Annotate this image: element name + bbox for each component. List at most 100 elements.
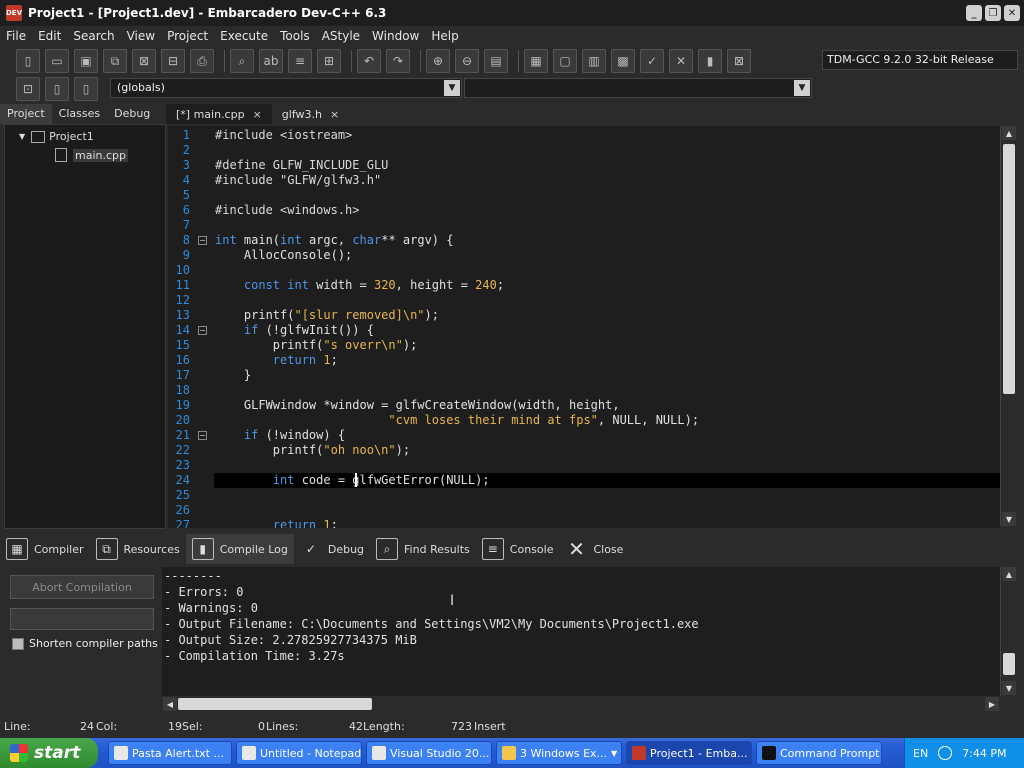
close-all-icon[interactable]: ⊟: [161, 49, 185, 73]
run-icon[interactable]: ▢: [553, 49, 577, 73]
code-line[interactable]: "cvm loses their mind at fps", NULL, NUL…: [215, 413, 699, 427]
tab-debug[interactable]: Debug: [107, 104, 157, 124]
delete-profile-icon[interactable]: ⊠: [727, 49, 751, 73]
tab-classes[interactable]: Classes: [52, 104, 107, 124]
replace-icon[interactable]: ab: [259, 49, 283, 73]
menu-help[interactable]: Help: [425, 29, 464, 43]
close-window-button[interactable]: ✕: [1004, 5, 1020, 21]
scroll-up-icon[interactable]: ▲: [1002, 567, 1016, 581]
abort-compilation-button[interactable]: Abort Compilation: [10, 575, 154, 599]
menu-view[interactable]: View: [121, 29, 161, 43]
chevron-down-icon[interactable]: ▼: [794, 80, 810, 96]
toggle-comment-icon[interactable]: ⊞: [317, 49, 341, 73]
stop-execution-icon[interactable]: ✕: [669, 49, 693, 73]
taskbar-item-notepad[interactable]: Untitled - Notepad: [236, 741, 362, 765]
scroll-down-icon[interactable]: ▼: [1002, 512, 1016, 526]
tab-main-cpp[interactable]: [*] main.cpp ×: [166, 104, 272, 124]
save-icon[interactable]: ▣: [74, 49, 98, 73]
code-line[interactable]: int main(int argc, char** argv) {: [215, 233, 453, 247]
insert-icon[interactable]: ⊡: [16, 77, 40, 101]
tab-glfw3-h[interactable]: glfw3.h ×: [272, 104, 349, 124]
indent-icon[interactable]: ≡: [288, 49, 312, 73]
new-file-icon[interactable]: ▯: [16, 49, 40, 73]
code-line[interactable]: GLFWwindow *window = glfwCreateWindow(wi…: [215, 398, 620, 412]
profile-icon[interactable]: ▮: [698, 49, 722, 73]
menu-execute[interactable]: Execute: [214, 29, 274, 43]
scroll-left-icon[interactable]: ◀: [163, 697, 177, 711]
close-tab-icon[interactable]: ×: [253, 108, 262, 121]
code-line[interactable]: const int width = 320, height = 240;: [215, 278, 504, 292]
code-line[interactable]: }: [215, 368, 251, 382]
log-horizontal-scrollbar[interactable]: ◀ ▶: [162, 696, 1000, 712]
project-options-icon[interactable]: ▤: [484, 49, 508, 73]
code-line[interactable]: int code = glfwGetError(NULL);: [215, 473, 490, 487]
code-line[interactable]: printf("oh noo\n");: [215, 443, 410, 457]
redo-icon[interactable]: ↷: [386, 49, 410, 73]
scope-select[interactable]: (globals) ▼: [110, 78, 462, 98]
find-icon[interactable]: ⌕: [230, 49, 254, 73]
log-vertical-scrollbar[interactable]: ▲ ▼: [1000, 567, 1016, 696]
code-line[interactable]: return 1;: [215, 518, 338, 528]
compile-log-output[interactable]: -------- - Errors: 0 - Warnings: 0 - Out…: [162, 567, 1000, 696]
language-indicator[interactable]: EN: [913, 747, 928, 760]
menu-edit[interactable]: Edit: [32, 29, 67, 43]
menu-window[interactable]: Window: [366, 29, 425, 43]
scrollbar-thumb[interactable]: [178, 698, 372, 710]
scroll-down-icon[interactable]: ▼: [1002, 681, 1016, 695]
tab-compile-log[interactable]: ▮ Compile Log: [185, 534, 294, 564]
taskbar-item-windows-explorer[interactable]: 3 Windows Ex... ▼: [496, 741, 622, 765]
code-line[interactable]: AllocConsole();: [215, 248, 352, 262]
tab-find-results[interactable]: ⌕ Find Results: [370, 534, 476, 564]
fold-toggle-icon[interactable]: −: [198, 431, 207, 440]
compiler-select[interactable]: TDM-GCC 9.2.0 32-bit Release: [822, 50, 1018, 70]
code-line[interactable]: if (!window) {: [215, 428, 345, 442]
toggle-bookmark-icon[interactable]: ▯: [45, 77, 69, 101]
member-select[interactable]: ▼: [464, 78, 812, 98]
clock[interactable]: 7:44 PM: [962, 747, 1006, 760]
code-editor[interactable]: 1 #include <iostream> 2 3 #define GLFW_INCLU…: [168, 126, 1000, 528]
taskbar-item-command-prompt[interactable]: Command Prompt: [756, 741, 882, 765]
tree-file-node[interactable]: main.cpp: [55, 148, 128, 162]
shorten-paths-checkbox[interactable]: [12, 637, 24, 650]
syntax-check-icon[interactable]: ✓: [640, 49, 664, 73]
new-project-icon[interactable]: ⊕: [426, 49, 450, 73]
code-line[interactable]: printf("[slur removed]\n");: [215, 308, 439, 322]
tab-debug-bottom[interactable]: ✓ Debug: [294, 534, 370, 564]
tree-project-node[interactable]: ▼ Project1: [19, 130, 94, 143]
menu-search[interactable]: Search: [67, 29, 120, 43]
rebuild-icon[interactable]: ▩: [611, 49, 635, 73]
expand-arrow-icon[interactable]: ▼: [19, 132, 25, 141]
restore-button[interactable]: ❐: [985, 5, 1001, 21]
menu-file[interactable]: File: [0, 29, 32, 43]
save-all-icon[interactable]: ⧉: [103, 49, 127, 73]
code-line[interactable]: #include <windows.h>: [215, 203, 360, 217]
shorten-paths-option[interactable]: Shorten compiler paths: [12, 637, 158, 650]
tab-console[interactable]: ≡ Console: [476, 534, 560, 564]
close-file-icon[interactable]: ⊠: [132, 49, 156, 73]
tab-project[interactable]: Project: [0, 104, 52, 124]
scrollbar-thumb[interactable]: [1003, 653, 1015, 675]
compile-icon[interactable]: ▦: [524, 49, 548, 73]
menu-astyle[interactable]: AStyle: [316, 29, 366, 43]
remove-from-project-icon[interactable]: ⊖: [455, 49, 479, 73]
minimize-button[interactable]: _: [966, 5, 982, 21]
scroll-right-icon[interactable]: ▶: [985, 697, 999, 711]
start-button[interactable]: start: [0, 738, 98, 768]
code-line[interactable]: printf("s overr\n");: [215, 338, 418, 352]
scroll-up-icon[interactable]: ▲: [1002, 126, 1016, 140]
code-line[interactable]: #include "GLFW/glfw3.h": [215, 173, 381, 187]
taskbar-item-pasta-alert[interactable]: Pasta Alert.txt ...: [108, 741, 232, 765]
tab-resources[interactable]: ⧉ Resources: [90, 534, 186, 564]
open-folder-icon[interactable]: ▭: [45, 49, 69, 73]
scrollbar-thumb[interactable]: [1003, 144, 1015, 394]
code-line[interactable]: return 1;: [215, 353, 338, 367]
menu-project[interactable]: Project: [161, 29, 214, 43]
undo-icon[interactable]: ↶: [357, 49, 381, 73]
code-line[interactable]: if (!glfwInit()) {: [215, 323, 374, 337]
editor-vertical-scrollbar[interactable]: ▲ ▼: [1000, 126, 1016, 526]
compile-run-icon[interactable]: ▥: [582, 49, 606, 73]
code-line[interactable]: #include <iostream>: [215, 128, 352, 142]
taskbar-item-devcpp[interactable]: Project1 - Emba...: [626, 741, 752, 765]
tab-close[interactable]: ✕ Close: [559, 534, 629, 564]
code-line[interactable]: #define GLFW_INCLUDE_GLU: [215, 158, 388, 172]
